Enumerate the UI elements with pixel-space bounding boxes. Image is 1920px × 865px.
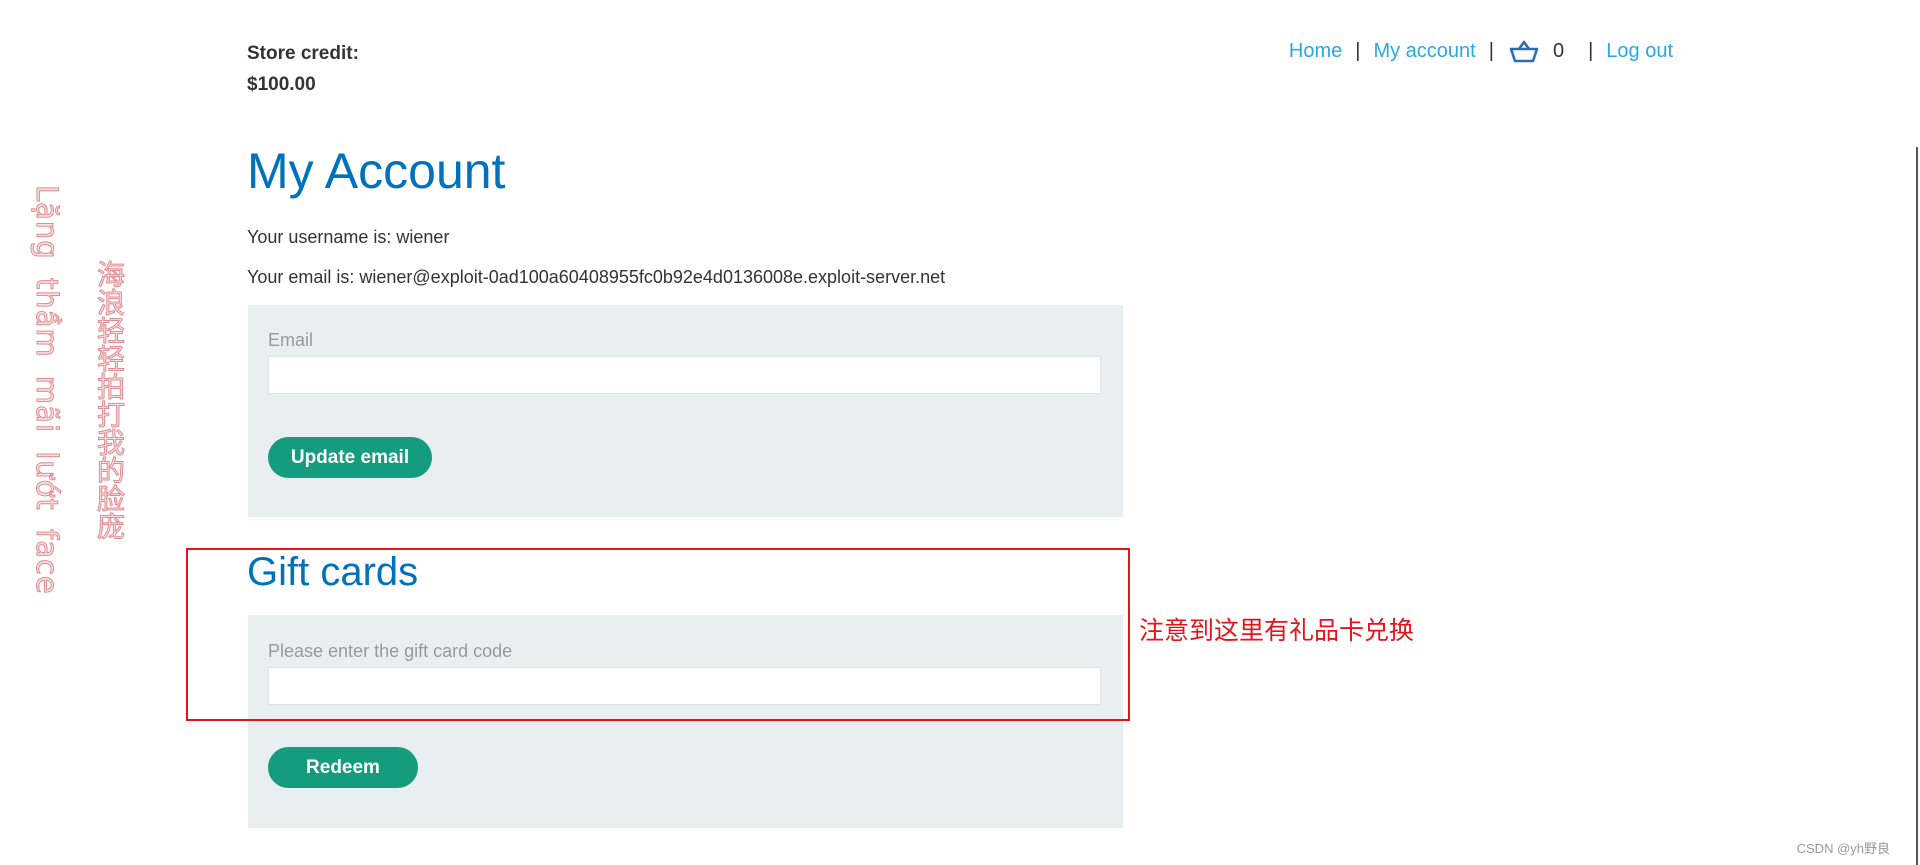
store-credit-value: $100.00 (247, 74, 316, 95)
email-label: Email (268, 330, 314, 350)
nav-separator: | (1488, 39, 1494, 62)
update-email-button[interactable]: Update email (268, 437, 432, 478)
watermark-line-2: 海浪轻轻拍打我的脸庞 (93, 260, 127, 541)
username-info: Your username is: wiener (247, 227, 450, 247)
nav-my-account-link[interactable]: My account (1373, 40, 1475, 63)
basket-icon[interactable] (1509, 39, 1539, 63)
csdn-watermark: CSDN @yh野良 (1796, 841, 1890, 856)
watermark-line-1: Lặng thầm mãi lướt face (30, 185, 65, 596)
email-info: Your email is: wiener@exploit-0ad100a604… (247, 267, 946, 287)
store-credit-label: Store credit: (247, 43, 359, 64)
update-email-form: Email Update email (248, 305, 1123, 517)
annotation-note: 注意到这里有礼品卡兑换 (1139, 617, 1415, 645)
nav-separator: | (1588, 39, 1594, 62)
nav-separator: | (1355, 39, 1361, 62)
redeem-button[interactable]: Redeem (268, 747, 418, 788)
cart-count: 0 (1552, 39, 1565, 62)
nav-log-out-link[interactable]: Log out (1606, 40, 1673, 63)
store-credit: Store credit: $100.00 (247, 38, 359, 100)
scrollbar[interactable] (1916, 147, 1918, 865)
email-input[interactable] (268, 356, 1101, 394)
top-nav: Home | My account | 0 | Log out (1289, 38, 1673, 64)
page-title: My Account (247, 143, 506, 199)
nav-home-link[interactable]: Home (1289, 40, 1342, 63)
annotation-highlight-box (186, 548, 1130, 721)
